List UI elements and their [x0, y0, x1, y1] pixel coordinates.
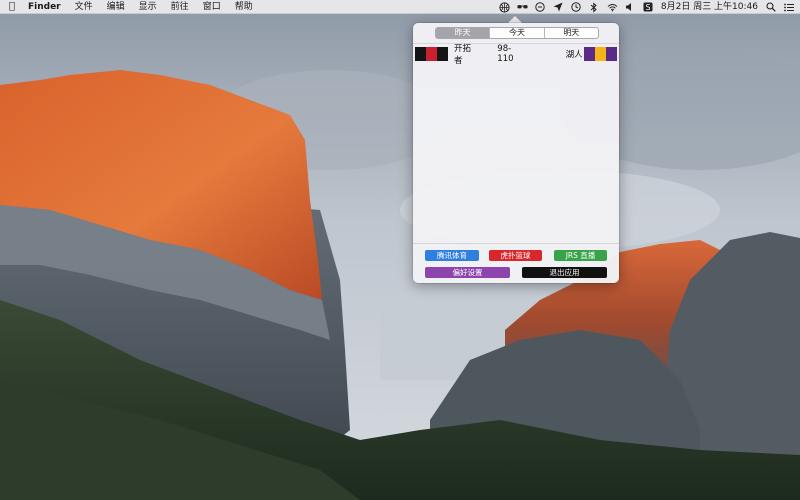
scores-popover: 昨天 今天 明天 开拓者 98-110 湖人 腾讯体育 虎扑篮球 JRS 直播 …	[413, 23, 619, 283]
menu-go[interactable]: 前往	[164, 0, 196, 14]
status-bar: S 8月2日 周三 上午10:46	[499, 0, 794, 14]
away-team-flag	[584, 47, 617, 61]
divider	[413, 243, 619, 244]
quit-app-button[interactable]: 退出应用	[522, 267, 607, 278]
volume-icon[interactable]	[625, 2, 636, 13]
popover-arrow	[508, 16, 522, 23]
game-score: 98-110	[497, 44, 514, 64]
menu-window[interactable]: 窗口	[196, 0, 228, 14]
app-s-icon[interactable]: S	[643, 2, 654, 13]
menu-view[interactable]: 显示	[132, 0, 164, 14]
menu-file[interactable]: 文件	[68, 0, 100, 14]
bluetooth-icon[interactable]	[589, 1, 600, 13]
wifi-icon[interactable]	[607, 2, 618, 13]
away-flag-stripe	[595, 47, 606, 61]
day-selector: 昨天 今天 明天	[435, 27, 599, 39]
clock-circle-icon[interactable]	[535, 2, 546, 13]
away-flag-stripe	[606, 47, 617, 61]
menu-edit[interactable]: 编辑	[100, 0, 132, 14]
basketball-icon[interactable]	[499, 1, 510, 13]
away-team-name: 湖人	[565, 50, 583, 60]
datetime-text[interactable]: 8月2日 周三 上午10:46	[661, 0, 758, 14]
hupu-basketball-button[interactable]: 虎扑篮球	[489, 250, 542, 261]
tab-yesterday[interactable]: 昨天	[436, 28, 491, 38]
tab-today[interactable]: 今天	[490, 28, 545, 38]
home-flag-stripe	[437, 47, 448, 61]
home-flag-stripe	[426, 47, 437, 61]
game-row[interactable]: 开拓者 98-110 湖人	[415, 44, 617, 66]
home-team-name: 开拓者	[454, 44, 472, 66]
tab-tomorrow[interactable]: 明天	[545, 28, 598, 38]
svg-text:S: S	[646, 3, 651, 12]
menu-help[interactable]: 帮助	[228, 0, 260, 14]
desktop-wallpaper	[0, 0, 800, 500]
menu-app-name[interactable]: Finder	[24, 0, 68, 14]
search-icon[interactable]	[765, 2, 776, 13]
history-icon[interactable]	[571, 2, 582, 13]
home-flag-stripe	[415, 47, 426, 61]
apple-menu-icon[interactable]: 	[0, 1, 24, 12]
away-flag-stripe	[584, 47, 595, 61]
glasses-icon[interactable]	[517, 2, 528, 13]
jrs-live-button[interactable]: JRS 直播	[554, 250, 607, 261]
notification-center-icon[interactable]	[783, 2, 794, 13]
paper-plane-icon[interactable]	[553, 2, 564, 13]
preferences-button[interactable]: 偏好设置	[425, 267, 510, 278]
home-team-flag	[415, 47, 448, 61]
tencent-sports-button[interactable]: 腾讯体育	[425, 250, 479, 261]
menu-bar:  Finder 文件 编辑 显示 前往 窗口 帮助 S	[0, 0, 800, 14]
